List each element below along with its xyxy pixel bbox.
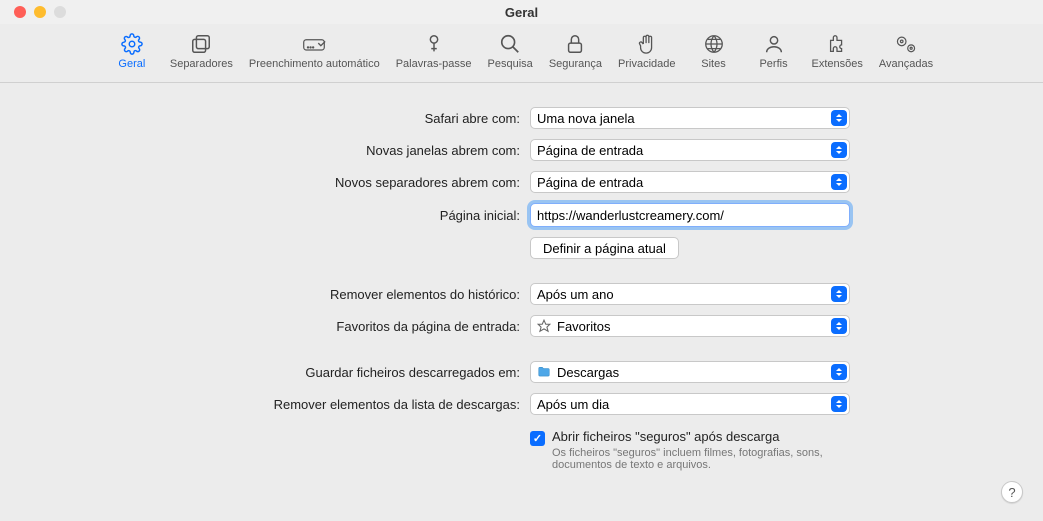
new-windows-label: Novas janelas abrem com: xyxy=(40,143,530,158)
preferences-window: Geral Geral Separadores xyxy=(0,0,1043,521)
popup-arrows-icon xyxy=(831,364,847,380)
gear-icon xyxy=(120,32,144,56)
titlebar: Geral xyxy=(0,0,1043,24)
homepage-label: Página inicial: xyxy=(40,208,530,223)
tab-label: Pesquisa xyxy=(488,58,533,70)
lock-icon xyxy=(563,32,587,56)
tabs-icon xyxy=(189,32,213,56)
tab-extensions[interactable]: Extensões xyxy=(810,30,865,72)
tab-label: Perfis xyxy=(759,58,787,70)
preferences-toolbar: Geral Separadores Preenchim xyxy=(0,24,1043,83)
help-label: ? xyxy=(1008,485,1015,500)
new-tabs-label: Novos separadores abrem com: xyxy=(40,175,530,190)
autofill-icon xyxy=(302,32,326,56)
remove-downloads-label: Remover elementos da lista de descargas: xyxy=(40,397,530,412)
tab-label: Segurança xyxy=(549,58,602,70)
popup-arrows-icon xyxy=(831,318,847,334)
favorites-popup[interactable]: Favoritos xyxy=(530,315,850,337)
tab-tabs[interactable]: Separadores xyxy=(168,30,235,72)
folder-icon xyxy=(537,365,551,379)
new-tabs-popup[interactable]: Página de entrada xyxy=(530,171,850,193)
tab-profiles[interactable]: Perfis xyxy=(750,30,798,72)
tab-advanced[interactable]: Avançadas xyxy=(877,30,935,72)
search-icon xyxy=(498,32,522,56)
gears-icon xyxy=(894,32,918,56)
popup-value: Página de entrada xyxy=(537,175,843,190)
tab-search[interactable]: Pesquisa xyxy=(486,30,535,72)
popup-arrows-icon xyxy=(831,174,847,190)
tab-label: Privacidade xyxy=(618,58,675,70)
tab-label: Palavras-passe xyxy=(396,58,472,70)
popup-value: Uma nova janela xyxy=(537,111,843,126)
downloads-location-label: Guardar ficheiros descarregados em: xyxy=(40,365,530,380)
popup-value: Página de entrada xyxy=(537,143,843,158)
general-pane: Safari abre com: Uma nova janela Novas j… xyxy=(0,83,1043,521)
popup-value: Após um ano xyxy=(537,287,843,302)
popup-arrows-icon xyxy=(831,286,847,302)
tab-label: Separadores xyxy=(170,58,233,70)
popup-arrows-icon xyxy=(831,110,847,126)
opens-with-popup[interactable]: Uma nova janela xyxy=(530,107,850,129)
homepage-input[interactable] xyxy=(530,203,850,227)
tab-general[interactable]: Geral xyxy=(108,30,156,72)
open-safe-description: Os ficheiros "seguros" incluem filmes, f… xyxy=(552,447,842,471)
globe-icon xyxy=(702,32,726,56)
hand-icon xyxy=(635,32,659,56)
tab-security[interactable]: Segurança xyxy=(547,30,604,72)
open-safe-checkbox[interactable] xyxy=(530,431,545,446)
favorites-label: Favoritos da página de entrada: xyxy=(40,319,530,334)
tab-label: Sites xyxy=(701,58,725,70)
set-current-page-button[interactable]: Definir a página atual xyxy=(530,237,679,259)
profile-icon xyxy=(762,32,786,56)
tab-label: Preenchimento automático xyxy=(249,58,380,70)
tab-autofill[interactable]: Preenchimento automático xyxy=(247,30,382,72)
popup-arrows-icon xyxy=(831,142,847,158)
tab-privacy[interactable]: Privacidade xyxy=(616,30,677,72)
puzzle-icon xyxy=(825,32,849,56)
key-icon xyxy=(422,32,446,56)
window-title: Geral xyxy=(0,5,1043,20)
tab-label: Extensões xyxy=(812,58,863,70)
opens-with-label: Safari abre com: xyxy=(40,111,530,126)
help-button[interactable]: ? xyxy=(1001,481,1023,503)
remove-history-popup[interactable]: Após um ano xyxy=(530,283,850,305)
popup-value: Após um dia xyxy=(537,397,843,412)
tab-label: Avançadas xyxy=(879,58,933,70)
new-windows-popup[interactable]: Página de entrada xyxy=(530,139,850,161)
remove-downloads-popup[interactable]: Após um dia xyxy=(530,393,850,415)
remove-history-label: Remover elementos do histórico: xyxy=(40,287,530,302)
downloads-location-popup[interactable]: Descargas xyxy=(530,361,850,383)
popup-value: Favoritos xyxy=(557,319,843,334)
popup-arrows-icon xyxy=(831,396,847,412)
tab-websites[interactable]: Sites xyxy=(690,30,738,72)
tab-label: Geral xyxy=(118,58,145,70)
button-label: Definir a página atual xyxy=(543,241,666,256)
open-safe-label: Abrir ficheiros "seguros" após descarga xyxy=(552,429,842,444)
tab-passwords[interactable]: Palavras-passe xyxy=(394,30,474,72)
popup-value: Descargas xyxy=(557,365,843,380)
star-icon xyxy=(537,319,551,333)
